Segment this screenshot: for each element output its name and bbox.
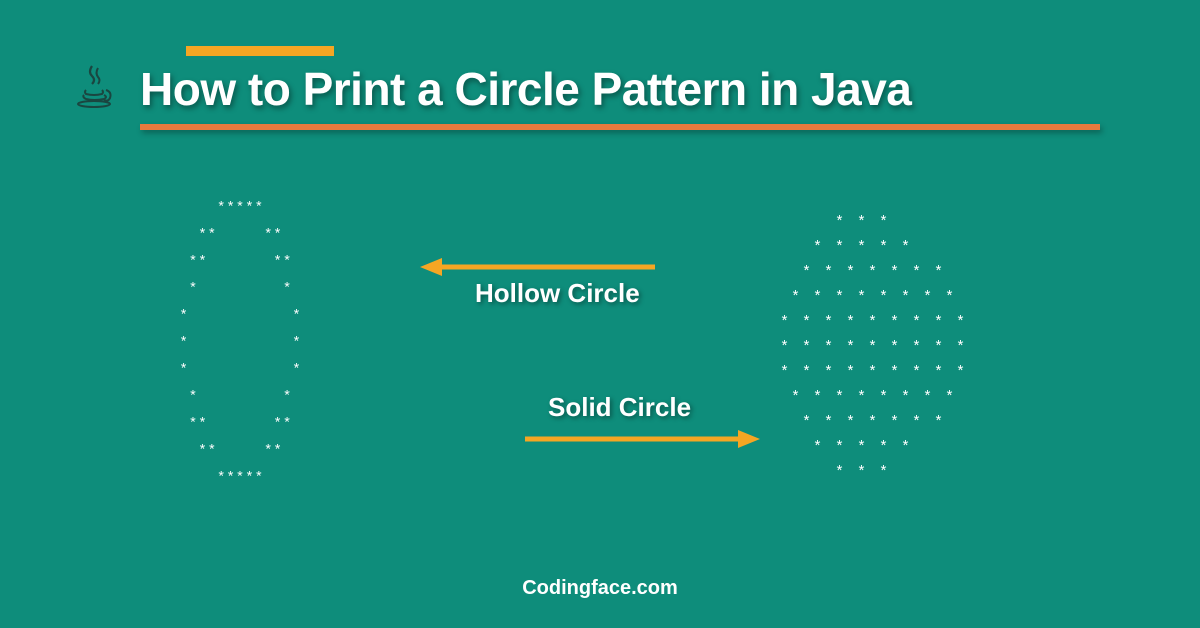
page-title: How to Print a Circle Pattern in Java	[140, 62, 911, 116]
arrow-left-icon	[420, 256, 655, 278]
java-icon	[68, 62, 116, 110]
accent-bar	[186, 46, 334, 56]
hollow-circle-label: Hollow Circle	[475, 278, 640, 309]
arrow-right-icon	[525, 428, 760, 450]
hollow-circle-pattern: ***** ** ** ** ** * * * * * * * * * * **…	[170, 195, 302, 492]
solid-circle-pattern: * * * * * * * * * * * * * * * * * * * * …	[780, 210, 967, 485]
solid-circle-label: Solid Circle	[548, 392, 691, 423]
title-underline	[140, 124, 1100, 130]
footer-brand: Codingface.com	[522, 577, 678, 600]
